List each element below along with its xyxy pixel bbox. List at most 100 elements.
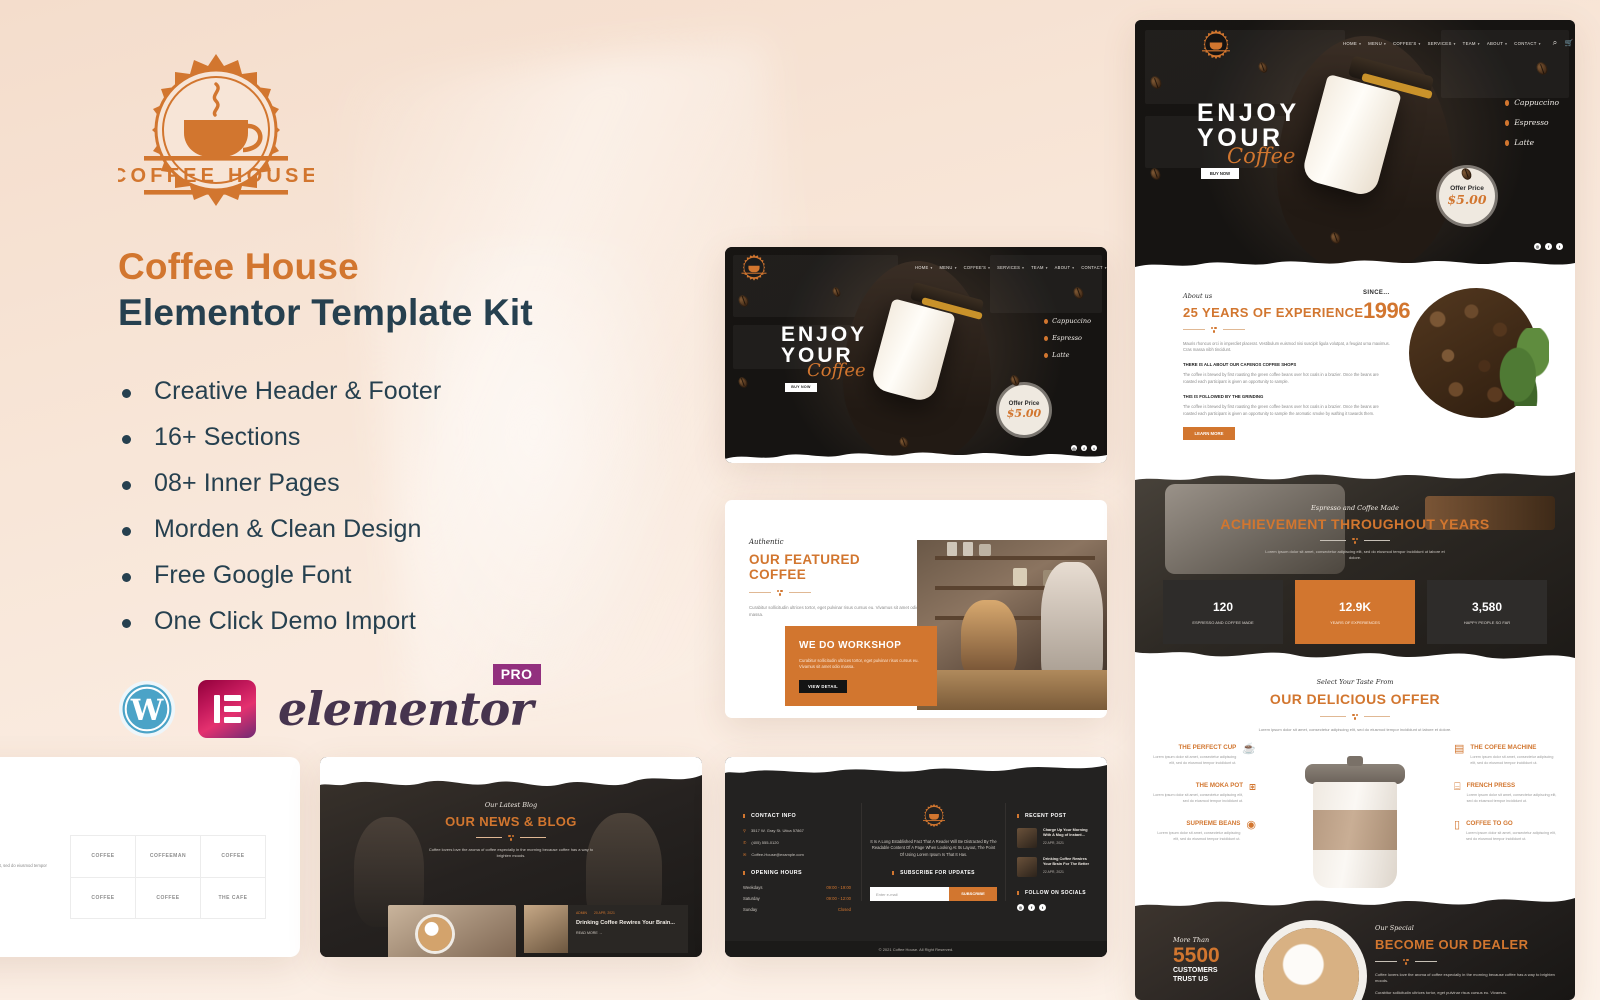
blog-heading: Our Latest Blog OUR NEWS & BLOG Coffee l…: [320, 801, 702, 859]
fullpage-nav[interactable]: HOME MENU COFFEE'S SERVICES TEAM ABOUT C…: [1343, 38, 1574, 48]
list-item: Creative Header & Footer: [118, 377, 720, 406]
nav-item-about[interactable]: ABOUT: [1487, 41, 1507, 46]
section-divider: [749, 590, 919, 596]
nav-item-coffees[interactable]: COFFEE'S: [1393, 41, 1421, 46]
copyright-bar: © 2021 Coffee House. All Right Reserved.: [725, 941, 1107, 957]
offer-eyebrow: Select Your Taste From: [1316, 678, 1394, 686]
about-sub2-body: The coffee is brewed by first roasting t…: [1183, 404, 1379, 416]
facebook-icon[interactable]: f: [1081, 445, 1087, 451]
brand-logo-tile: THE CAFE: [201, 877, 266, 919]
subscribe-button[interactable]: SUBSCRIBE: [949, 887, 997, 902]
instagram-icon[interactable]: ◎: [1017, 904, 1024, 911]
subscribe-email-input[interactable]: Enter e-mail: [870, 887, 949, 902]
offer-items-right: ▤ THE COFEE MACHINE Lorem ipsum dolor si…: [1454, 743, 1559, 842]
blog-title: OUR NEWS & BLOG: [445, 814, 577, 829]
footer-email: ✉ Coffee-House@example.com: [743, 852, 804, 857]
instagram-icon[interactable]: ◎: [1071, 445, 1077, 451]
stat-card-highlight: 12.9K YEARS OF EXPERIENCES: [1295, 580, 1415, 644]
buy-now-button[interactable]: BUY NOW: [1201, 168, 1239, 179]
nav-item-menu[interactable]: MENU: [1368, 41, 1386, 46]
twitter-icon[interactable]: t: [1556, 243, 1563, 250]
view-detail-button[interactable]: VIEW DETAIL: [799, 679, 847, 693]
contact-info-title: CONTACT INFO: [743, 813, 851, 819]
mockup-fullpage-card[interactable]: HOME MENU COFFEE'S SERVICES TEAM ABOUT C…: [1135, 20, 1575, 1000]
brands-title: OUR BRANDS: [0, 837, 60, 851]
logo-wordmark: COFFEE HOUSE: [118, 165, 314, 187]
subscribe-form[interactable]: Enter e-mail SUBSCRIBE: [870, 887, 997, 902]
recent-post-item[interactable]: Charge Up Your Morning With A Mug of Ins…: [1017, 828, 1095, 848]
nav-item-services[interactable]: SERVICES: [1428, 41, 1456, 46]
cart-icon[interactable]: 🛒: [1565, 39, 1574, 47]
fullpage-logo-icon: [1202, 29, 1230, 60]
blog-post-card[interactable]: ADMIN 20 APR, 2021 Drinking Coffee Rewir…: [524, 905, 688, 953]
hours-row: Sunday Closed: [743, 907, 851, 912]
hero-socials[interactable]: ◎ f t: [1534, 243, 1563, 250]
menu-cappuccino: Cappuccino: [1514, 98, 1559, 107]
mockup-blog-card[interactable]: Our Latest Blog OUR NEWS & BLOG Coffee l…: [320, 757, 702, 957]
nav-item-services[interactable]: SERVICES: [997, 265, 1024, 270]
platform-badges: W elementor PRO: [118, 663, 720, 738]
mockup-nav[interactable]: HOME MENU COFFEE'S SERVICES TEAM ABOUT C…: [915, 263, 1107, 271]
elementor-icon: [198, 679, 256, 738]
nav-item-home[interactable]: HOME: [915, 265, 932, 270]
list-item: One Click Demo Import: [118, 607, 720, 636]
facebook-icon[interactable]: f: [1028, 904, 1035, 911]
torn-paper-edge: [1135, 890, 1575, 906]
dealer-text-block: Our Special BECOME OUR DEALER Coffee lov…: [1375, 924, 1555, 996]
about-title: 25 YEARS OF EXPERIENCE: [1183, 305, 1364, 320]
nav-item-team[interactable]: TEAM: [1031, 265, 1048, 270]
recent-post-item[interactable]: Drinking Coffee Rewires Your Brain For T…: [1017, 857, 1095, 877]
buy-now-button[interactable]: BUY NOW: [785, 383, 817, 392]
beans-icon: ◉: [1246, 819, 1256, 832]
footer-center-column: It Is A Long Established Fact That A Rea…: [861, 803, 1006, 902]
mockup-hero-card[interactable]: HOME MENU COFFEE'S SERVICES TEAM ABOUT C…: [725, 247, 1107, 463]
mockup-brands-card[interactable]: OUR BRANDS Lorem ipsum dolor sit amet, c…: [0, 757, 300, 957]
list-item: Morden & Clean Design: [118, 515, 720, 544]
subscribe-title: SUBSCRIBE FOR UPDATES: [892, 870, 975, 876]
post-title: Drinking Coffee Rewires Your Brain...: [576, 920, 675, 926]
brands-body: Lorem ipsum dolor sit amet, consectetur …: [0, 863, 47, 868]
instagram-icon[interactable]: ◎: [1534, 243, 1541, 250]
twitter-icon[interactable]: t: [1039, 904, 1046, 911]
offer-center-cup: [1299, 748, 1411, 888]
nav-item-contact[interactable]: CONTACT: [1514, 41, 1541, 46]
menu-espresso: Espresso: [1052, 334, 1082, 342]
nav-item-contact[interactable]: CONTACT: [1081, 265, 1107, 270]
hero-script: Coffee: [1227, 143, 1296, 168]
nav-item-home[interactable]: HOME: [1343, 41, 1361, 46]
french-press-icon: ⌸: [1454, 781, 1461, 794]
hero-socials[interactable]: ◎ f t: [1071, 445, 1097, 451]
mail-icon: ✉: [743, 852, 747, 857]
mockup-hero: HOME MENU COFFEE'S SERVICES TEAM ABOUT C…: [725, 247, 1107, 463]
fullpage-hero: HOME MENU COFFEE'S SERVICES TEAM ABOUT C…: [1135, 20, 1575, 272]
nav-item-about[interactable]: ABOUT: [1055, 265, 1075, 270]
learn-more-button[interactable]: LEARN MORE: [1183, 426, 1235, 440]
mockup-footer-card[interactable]: CONTACT INFO ⚲ 3517 W. Gray St. Utica 57…: [725, 757, 1107, 957]
list-item: Free Google Font: [118, 561, 720, 590]
svg-text:W: W: [130, 692, 164, 726]
hero-menu-list: Cappuccino Espresso Latte: [1504, 98, 1559, 147]
since-block: SINCE... 1996: [1363, 290, 1410, 324]
footer-socials[interactable]: ◎ f t: [1017, 904, 1095, 911]
facebook-icon[interactable]: f: [1545, 243, 1552, 250]
offer-label: Offer Price: [1450, 185, 1484, 192]
bean-bullet-icon: [1044, 335, 1049, 341]
search-icon[interactable]: ⌕: [1553, 38, 1558, 48]
dealer-eyebrow: Our Special: [1375, 924, 1414, 932]
section-divider: [1135, 714, 1575, 720]
nav-item-menu[interactable]: MENU: [939, 265, 956, 270]
mockup-featured-card[interactable]: Authentic OUR FEATURED COFFEE Curabitur …: [725, 500, 1107, 718]
nav-item-coffees[interactable]: COFFEE'S: [964, 265, 990, 270]
coffee-plant-decoration: [1497, 328, 1549, 406]
blog-eyebrow: Our Latest Blog: [484, 801, 538, 809]
nav-item-team[interactable]: TEAM: [1463, 41, 1480, 46]
offer-price: $5.00: [1447, 192, 1487, 207]
read-more-link[interactable]: READ MORE →: [576, 931, 675, 935]
bean-bullet-icon: [1504, 99, 1510, 106]
location-pin-icon: ⚲: [743, 828, 746, 833]
promo-title-line2: Elementor Template Kit: [118, 292, 533, 334]
list-item: 08+ Inner Pages: [118, 469, 720, 498]
twitter-icon[interactable]: t: [1091, 445, 1097, 451]
dealer-stat: More Than 5500 CUSTOMERS TRUST US: [1173, 936, 1220, 985]
hours-row: Weekdays 09:00 - 19:00: [743, 885, 851, 890]
